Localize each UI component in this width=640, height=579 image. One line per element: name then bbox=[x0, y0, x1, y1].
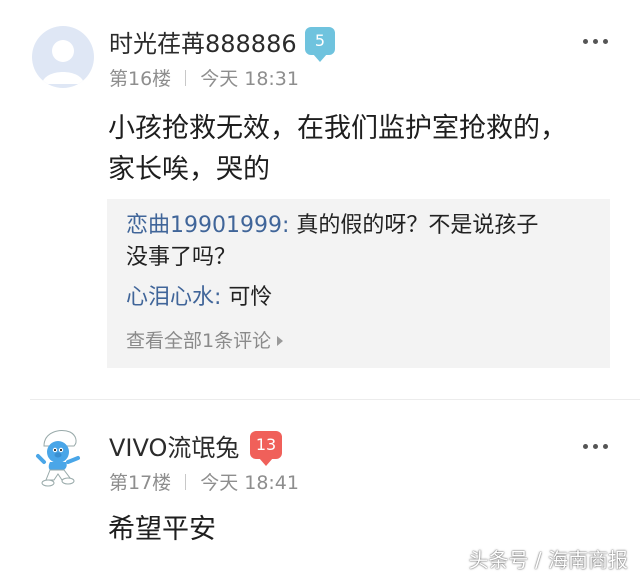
view-all-replies-link[interactable]: 查看全部1条评论 bbox=[126, 326, 284, 353]
level-badge: 5 bbox=[305, 27, 335, 62]
smurf-avatar-icon[interactable] bbox=[30, 426, 92, 488]
level-number: 13 bbox=[255, 435, 277, 454]
comment-text: 小孩抢救无效，在我们监护室抢救的， 家长唉，哭的 bbox=[108, 108, 567, 190]
comment-item: 时光荏苒888886 5 第16楼 今天 18:31 小孩抢救无效，在我们监护室抢… bbox=[0, 0, 640, 399]
floor-number: 第16楼 bbox=[109, 68, 172, 90]
reply-item[interactable]: 心泪心水: 可怜 bbox=[126, 282, 596, 314]
reply-author[interactable]: 心泪心水: bbox=[126, 285, 221, 310]
view-all-label: 查看全部1条评论 bbox=[126, 330, 272, 352]
comment-time: 今天 18:41 bbox=[200, 472, 299, 494]
reply-box: 恋曲19901999: 真的假的呀？不是说孩子 没事了吗？ 心泪心水: 可怜 查… bbox=[107, 199, 610, 368]
chevron-right-icon bbox=[277, 336, 284, 346]
comment-meta: 第17楼 今天 18:41 bbox=[109, 468, 299, 495]
meta-separator bbox=[185, 70, 187, 86]
reply-item[interactable]: 恋曲19901999: 真的假的呀？不是说孩子 没事了吗？ bbox=[126, 210, 596, 274]
more-dots-icon[interactable] bbox=[583, 444, 608, 449]
username[interactable]: 时光荏苒888886 bbox=[109, 24, 297, 59]
level-number: 5 bbox=[314, 31, 326, 50]
watermark: 头条号 / 海南商报 bbox=[468, 548, 628, 572]
meta-separator bbox=[185, 474, 187, 490]
reply-text: 真的假的呀？不是说孩子 bbox=[289, 213, 539, 238]
comment-text-line: 家长唉，哭的 bbox=[108, 154, 270, 185]
floor-number: 第17楼 bbox=[109, 472, 172, 494]
more-dots-icon[interactable] bbox=[583, 39, 608, 44]
level-badge: 13 bbox=[250, 431, 282, 466]
reply-text: 可怜 bbox=[221, 285, 273, 310]
comment-text: 希望平安 bbox=[108, 509, 216, 550]
reply-text: 没事了吗？ bbox=[126, 245, 237, 270]
comment-text-line: 小孩抢救无效，在我们监护室抢救的， bbox=[108, 113, 567, 144]
comment-time: 今天 18:31 bbox=[200, 68, 299, 90]
comment-text-line: 希望平安 bbox=[108, 514, 216, 545]
reply-author[interactable]: 恋曲19901999: bbox=[126, 213, 289, 238]
default-user-avatar-icon[interactable] bbox=[32, 26, 94, 88]
comment-meta: 第16楼 今天 18:31 bbox=[109, 64, 299, 91]
username[interactable]: VIVO流氓兔 bbox=[109, 428, 239, 463]
